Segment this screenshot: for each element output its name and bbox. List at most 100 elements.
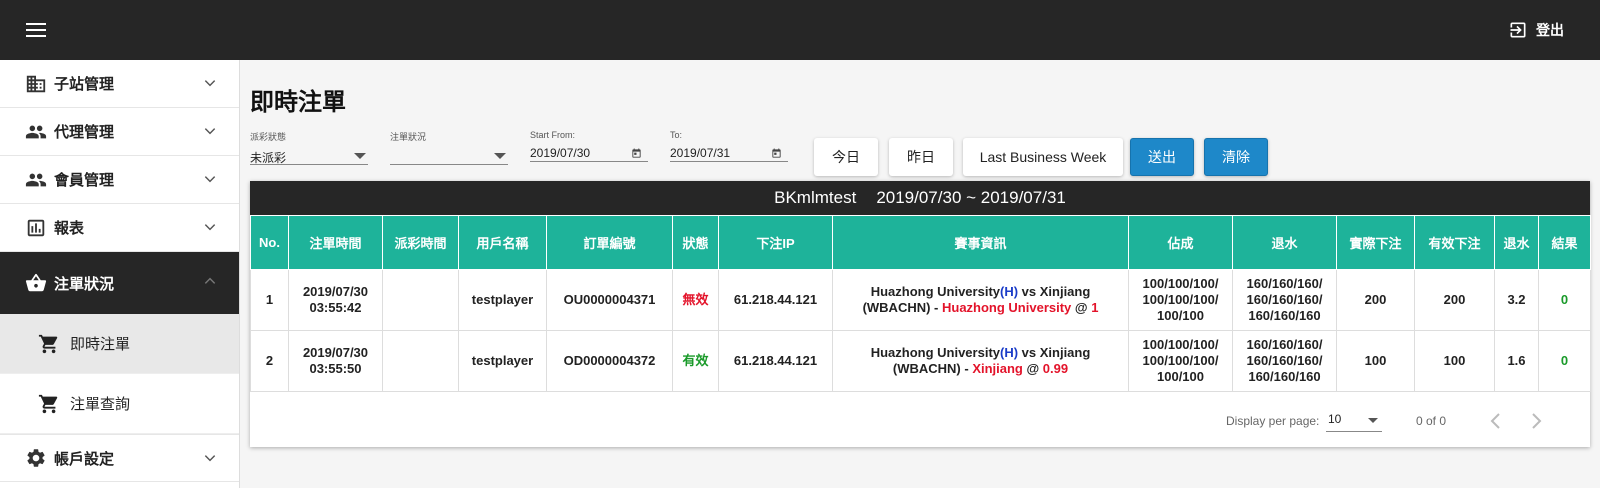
calendar-icon[interactable] [771,148,782,159]
cell-rebate-amount: 1.6 [1494,330,1539,392]
cell-bet-time: 2019/07/30 03:55:42 [288,269,383,331]
sidebar-subitem-label: 注單查詢 [70,396,131,413]
bet-date: 2019/07/30 [302,345,369,360]
bet-status-label: 注單狀況 [390,132,427,142]
table-row: 2 2019/07/30 03:55:50 testplayer OD000000… [250,330,1591,392]
column-header: 結果 [1538,215,1591,270]
people-icon [24,168,48,192]
rebate-line: 160/160/160 [1248,369,1321,384]
sidebar-item-report[interactable]: 報表 [0,204,239,252]
sidebar-subitem-label: 即時注單 [70,336,131,353]
event-away: vs Xinjiang [1018,284,1091,299]
sidebar-item-label: 注單狀況 [54,275,115,293]
clear-button[interactable]: 清除 [1204,138,1268,176]
pagination-range: 0 of 0 [1416,414,1447,428]
cell-user: testplayer [458,330,547,392]
bet-status-select[interactable]: 注單狀況 [390,130,508,165]
column-header: 退水 [1494,215,1539,270]
cell-order: OU0000004371 [546,269,673,331]
end-date-value: 2019/07/31 [670,146,731,160]
sidebar-item-label: 帳戶設定 [54,450,115,468]
page-title: 即時注單 [250,89,346,116]
event-odds: 0.99 [1042,361,1069,376]
cell-event: Huazhong University(H) vs Xinjiang (WBACH… [832,269,1129,331]
menu-icon[interactable] [24,18,48,42]
column-header: 訂單編號 [546,215,673,270]
share-line: 100/100/100/ [1142,353,1219,368]
next-page-icon[interactable] [1524,409,1548,433]
previous-page-icon[interactable] [1484,409,1508,433]
gear-icon [24,446,48,470]
table-header-row: No. 注單時間 派彩時間 用戶名稱 訂單編號 狀態 下注IP 賽事資訊 佔成 … [250,215,1591,270]
sidebar-item-agent[interactable]: 代理管理 [0,108,239,156]
dropdown-arrow-icon [494,153,506,159]
sidebar-item-subsite[interactable]: 子站管理 [0,60,239,108]
sidebar-subitem-live-bets[interactable]: 即時注單 [0,314,239,374]
cell-payout-time [382,269,459,331]
sidebar: 子站管理 代理管理 會員管理 報表 注單狀況 即時注單 注單查詢 帳戶設定 [0,60,240,488]
end-date-field[interactable]: To: 2019/07/31 [670,130,788,164]
sidebar-item-account[interactable]: 帳戶設定 [0,434,239,482]
per-page-select[interactable]: 10 [1326,412,1382,432]
event-odds: 1 [1091,300,1099,315]
sidebar-subitem-bet-query[interactable]: 注單查詢 [0,374,239,434]
submit-button[interactable]: 送出 [1130,138,1194,176]
sidebar-item-label: 代理管理 [54,124,115,141]
sidebar-item-member[interactable]: 會員管理 [0,156,239,204]
column-header: 實際下注 [1336,215,1415,270]
payout-status-value: 未派彩 [250,151,287,165]
rebate-line: 160/160/160/ [1246,337,1323,352]
cell-ip: 61.218.44.121 [718,269,833,331]
sidebar-item-bet-status[interactable]: 注單狀況 [0,252,239,314]
cell-result: 0 [1538,330,1591,392]
start-date-field[interactable]: Start From: 2019/07/30 [530,130,648,164]
cell-ip: 61.218.44.121 [718,330,833,392]
column-header: 注單時間 [288,215,383,270]
end-date-label: To: [670,130,683,140]
basket-icon [24,271,48,295]
event-home: Huazhong University [870,284,1000,299]
chevron-down-icon [204,455,216,462]
column-header: 派彩時間 [382,215,459,270]
chevron-down-icon [204,176,216,183]
per-page-label: Display per page: [1226,414,1320,428]
event-home: Huazhong University [870,345,1000,360]
today-button[interactable]: 今日 [814,138,878,176]
column-header: 下注IP [718,215,833,270]
logout-button[interactable]: 登出 [1508,18,1564,42]
share-line: 100/100 [1157,308,1204,323]
cell-no: 1 [250,269,289,331]
bets-table-card: BKmlmtest 2019/07/30 ~ 2019/07/31 No. 注單… [250,181,1591,447]
table-caption: BKmlmtest 2019/07/30 ~ 2019/07/31 [250,181,1590,215]
chevron-down-icon [204,128,216,135]
cell-event: Huazhong University(H) vs Xinjiang (WBACH… [832,330,1129,392]
cell-no: 2 [250,330,289,392]
people-icon [24,120,48,144]
event-home-marker: (H) [1000,345,1019,360]
payout-status-select[interactable]: 派彩狀態 未派彩 [250,130,368,165]
bet-time: 03:55:42 [309,300,362,315]
sidebar-item-label: 報表 [54,220,85,237]
table-pagination: Display per page: 10 0 of 0 [250,403,1590,443]
main-content: 即時注單 派彩狀態 未派彩 注單狀況 Start From: 2019/07/3… [240,60,1600,488]
cell-order: OD0000004372 [546,330,673,392]
top-bar: 登出 [0,0,1600,60]
event-home-marker: (H) [1000,284,1019,299]
logout-icon [1510,22,1526,38]
yesterday-button[interactable]: 昨日 [889,138,953,176]
building-icon [24,72,48,96]
caption-range: 2019/07/30 ~ 2019/07/31 [876,188,1066,207]
cell-rebate-rate: 160/160/160/160/160/160/160/160/160 [1232,330,1337,392]
column-header: 佔成 [1128,215,1233,270]
cell-share: 100/100/100/100/100/100/100/100 [1128,269,1233,331]
dropdown-arrow-icon [354,153,366,159]
chevron-down-icon [204,224,216,231]
calendar-icon[interactable] [631,148,642,159]
dropdown-arrow-icon [1368,418,1378,423]
share-line: 100/100/100/ [1142,292,1219,307]
last-business-week-button[interactable]: Last Business Week [963,138,1123,176]
cell-result: 0 [1538,269,1591,331]
start-date-value: 2019/07/30 [530,146,591,160]
chart-icon [24,216,48,240]
cart-icon [38,332,62,356]
